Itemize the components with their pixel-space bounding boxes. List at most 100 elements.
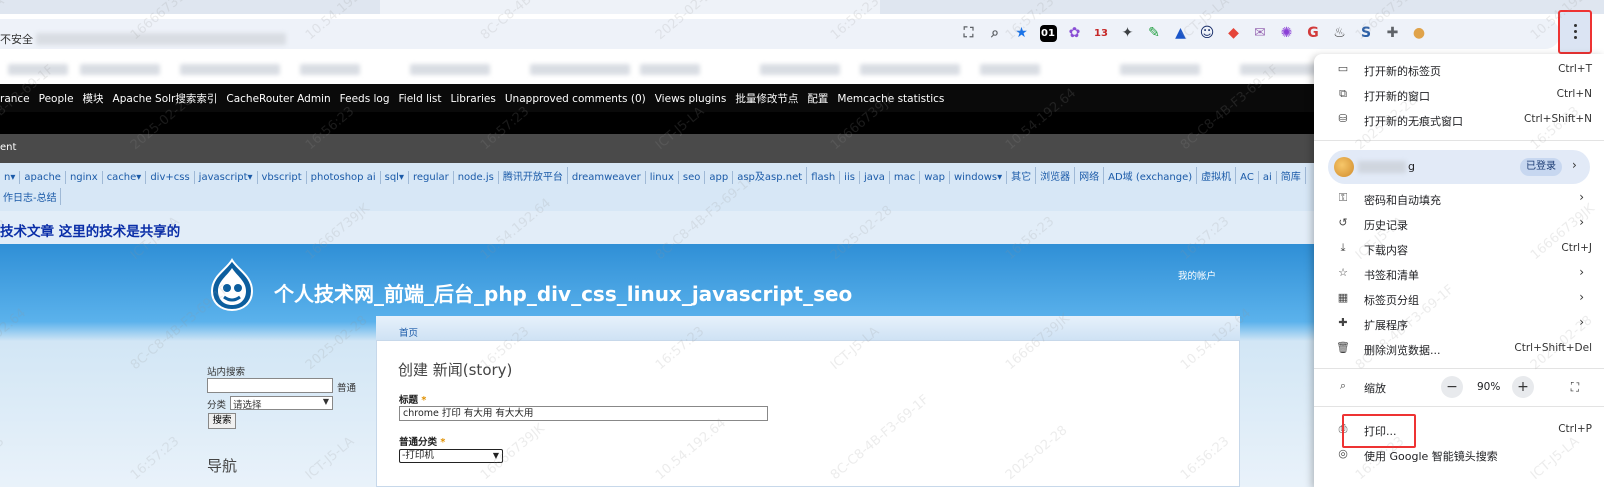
ext-red-icon[interactable]: ◆	[1225, 25, 1242, 42]
category-item[interactable]: asp及asp.net	[733, 167, 808, 184]
category-item[interactable]: AC	[1236, 171, 1259, 184]
admin-menu-item[interactable]: Unapproved comments (0)	[505, 93, 646, 105]
menu-item-history[interactable]: ↺ 历史记录 ›	[1314, 213, 1604, 237]
category-item[interactable]: 虚拟机	[1197, 167, 1237, 184]
title-input[interactable]: chrome 打印 有大用 有大大用	[399, 406, 768, 421]
category-item[interactable]: 其它	[1007, 167, 1037, 184]
bookmark-redacted[interactable]	[8, 64, 68, 75]
ext-g-icon[interactable]: G	[1305, 25, 1322, 42]
admin-menu-item[interactable]: Views plugins	[655, 93, 727, 105]
menu-item-bookmarks[interactable]: ☆ 书签和清单 ›	[1314, 263, 1604, 287]
bookmark-redacted[interactable]	[980, 64, 1040, 75]
category-item[interactable]: windows▾	[950, 171, 1008, 184]
category-item[interactable]: 网络	[1075, 167, 1105, 184]
category-item[interactable]: 简库	[1277, 167, 1306, 184]
category-item[interactable]: linux	[646, 171, 679, 184]
category-item[interactable]: dreamweaver	[568, 171, 646, 184]
admin-menu-item[interactable]: 模块	[83, 93, 104, 105]
category-item[interactable]: ai	[1259, 171, 1277, 184]
menu-item-clear-data[interactable]: 🗑 删除浏览数据... Ctrl+Shift+Del	[1314, 338, 1604, 362]
ext-green-icon[interactable]: ✎	[1146, 25, 1163, 42]
menu-item-lens[interactable]: ◎ 使用 Google 智能镜头搜索	[1314, 444, 1604, 468]
translate-icon[interactable]: ⛶	[960, 25, 977, 42]
zoom-icon[interactable]: ⌕	[987, 25, 1004, 42]
category-item[interactable]: 腾讯开放平台	[499, 167, 568, 184]
bookmark-redacted[interactable]	[1120, 64, 1200, 75]
my-account-link[interactable]: 我的帐户	[1178, 268, 1216, 282]
bookmark-redacted[interactable]	[410, 64, 490, 75]
admin-menu-item[interactable]: Libraries	[451, 93, 496, 105]
admin-menu-item[interactable]: People	[39, 93, 74, 105]
ext-calendar-icon[interactable]: 13	[1093, 25, 1110, 42]
category-item[interactable]: java	[860, 171, 890, 184]
category-select[interactable]: 请选择 ▼	[230, 396, 333, 411]
category-item-worklog[interactable]: 作日志-总结	[0, 188, 61, 205]
category-item[interactable]: javascript▾	[195, 171, 258, 184]
fullscreen-icon[interactable]: ⛶	[1566, 378, 1584, 396]
category-item[interactable]: apache	[20, 171, 66, 184]
bookmark-star-icon[interactable]: ★	[1013, 25, 1030, 42]
ext-cake-icon[interactable]: ♨	[1331, 25, 1348, 42]
category-item[interactable]: wap	[920, 171, 950, 184]
category-item[interactable]: regular	[409, 171, 454, 184]
bookmark-redacted[interactable]	[530, 64, 630, 75]
active-tab[interactable]	[380, 0, 880, 14]
ext-s-icon[interactable]: S	[1358, 25, 1375, 42]
admin-menu-item[interactable]: rance	[0, 93, 30, 105]
category-item[interactable]: cache▾	[103, 171, 147, 184]
category-item[interactable]: app	[705, 171, 734, 184]
bookmark-redacted[interactable]	[80, 64, 160, 75]
zoom-in-button[interactable]: +	[1512, 376, 1534, 398]
menu-item-profile[interactable]: g 已登录 ›	[1328, 150, 1590, 184]
admin-menu-item[interactable]: Memcache statistics	[837, 93, 944, 105]
category-item[interactable]: mac	[890, 171, 921, 184]
site-search-input[interactable]	[207, 378, 333, 393]
category-item[interactable]: flash	[807, 171, 841, 184]
admin-menu-item[interactable]: Feeds log	[340, 93, 390, 105]
bookmark-redacted[interactable]	[640, 64, 700, 75]
extensions-puzzle-icon[interactable]: ✚	[1384, 25, 1401, 42]
ext-face-icon[interactable]: ☺	[1199, 25, 1216, 42]
category-item[interactable]: 浏览器	[1036, 167, 1076, 184]
menu-item-extensions[interactable]: ✚ 扩展程序 ›	[1314, 313, 1604, 337]
category-item[interactable]: vbscript	[258, 171, 307, 184]
menu-item-new-tab[interactable]: ▭ 打开新的标签页 Ctrl+T	[1314, 59, 1604, 83]
menu-item-tab-groups[interactable]: ▦ 标签页分组 ›	[1314, 288, 1604, 312]
bookmark-redacted[interactable]	[760, 64, 840, 75]
security-indicator[interactable]: 不安全	[0, 31, 33, 47]
admin-menu-item[interactable]: 配置	[807, 93, 828, 105]
category-item[interactable]: AD域 (exchange)	[1104, 167, 1198, 184]
ext-01-icon[interactable]: 01	[1039, 25, 1057, 42]
zoom-out-button[interactable]: −	[1441, 376, 1463, 398]
breadcrumb-home-link[interactable]: 首页	[399, 325, 418, 339]
menu-item-downloads[interactable]: ⤓ 下载内容 Ctrl+J	[1314, 238, 1604, 262]
category-item[interactable]: iis	[840, 171, 860, 184]
admin-menu-item[interactable]: CacheRouter Admin	[226, 93, 330, 105]
admin-menu-item[interactable]: Apache Solr搜索索引	[113, 93, 218, 105]
category-item[interactable]: div+css	[146, 171, 195, 184]
bookmark-redacted[interactable]	[180, 64, 280, 75]
ext-gear-icon[interactable]: ✺	[1278, 25, 1295, 42]
menu-item-passwords[interactable]: ⚿ 密码和自动填充 ›	[1314, 188, 1604, 212]
profile-avatar-icon[interactable]: ●	[1411, 25, 1428, 42]
site-title[interactable]: 个人技术网_前端_后台_php_div_css_linux_javascript…	[274, 278, 852, 307]
address-bar[interactable]: 不安全	[0, 19, 1560, 49]
menu-item-incognito[interactable]: ⛁ 打开新的无痕式窗口 Ctrl+Shift+N	[1314, 109, 1604, 133]
ext-mail-icon[interactable]: ✉	[1252, 25, 1269, 42]
bookmark-redacted[interactable]	[860, 64, 960, 75]
admin-menu-item[interactable]: Field list	[399, 93, 442, 105]
admin-menu-item[interactable]: 批量修改节点	[735, 93, 798, 105]
category-item[interactable]: sql▾	[381, 171, 409, 184]
category-item[interactable]: node.js	[454, 171, 499, 184]
bookmark-redacted[interactable]	[300, 64, 360, 75]
ext-triangle-icon[interactable]: ▲	[1172, 25, 1189, 42]
ext-brain-icon[interactable]: ✿	[1066, 25, 1083, 42]
category-item[interactable]: photoshop ai	[307, 171, 381, 184]
menu-item-new-window[interactable]: ⧉ 打开新的窗口 Ctrl+N	[1314, 84, 1604, 108]
category-item[interactable]: nginx	[66, 171, 103, 184]
chrome-menu-button[interactable]	[1558, 10, 1592, 54]
category-item[interactable]: n▾	[0, 171, 21, 184]
search-button[interactable]: 搜索	[208, 413, 236, 429]
drupal-logo-icon[interactable]	[208, 258, 256, 312]
category-field-select[interactable]: -打印机 ▼	[399, 449, 503, 463]
